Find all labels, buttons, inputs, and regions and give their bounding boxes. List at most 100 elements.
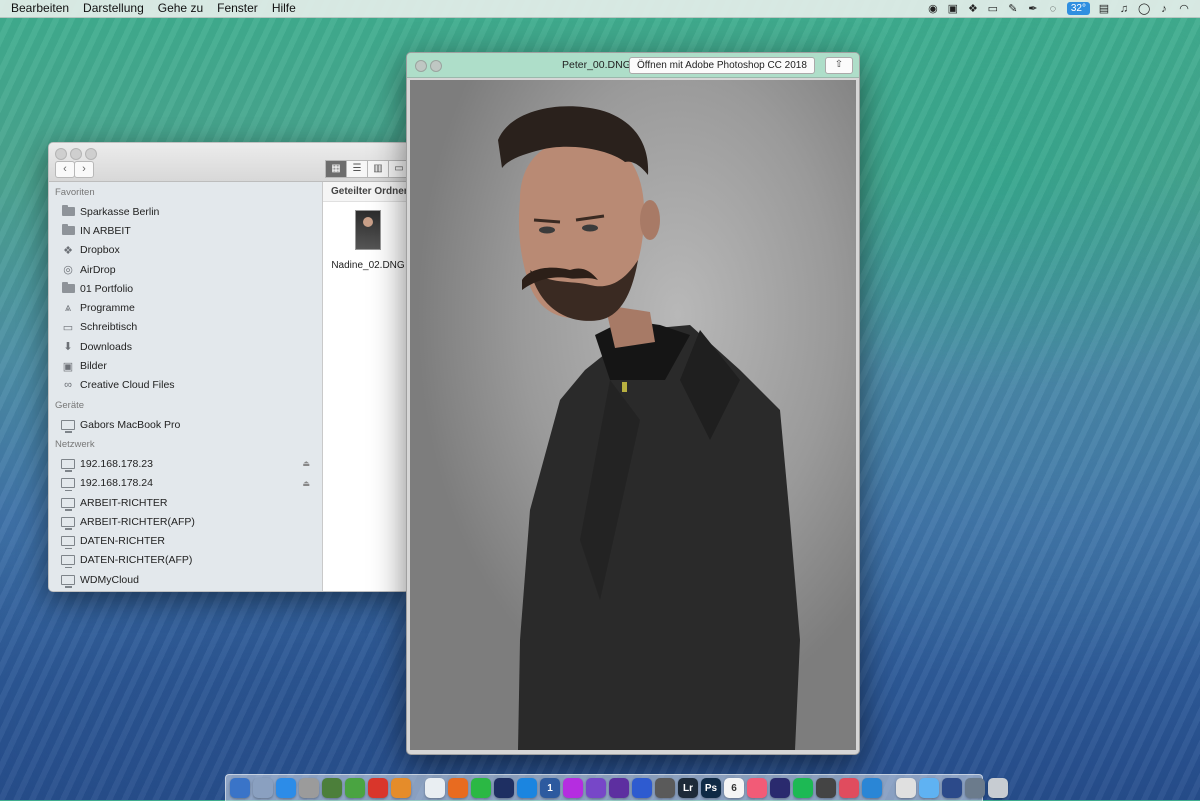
firefox-icon[interactable] — [448, 778, 468, 798]
menu-item-gehe-zu[interactable]: Gehe zu — [151, 0, 210, 17]
sidebar-item[interactable]: ⩓ Programme — [49, 298, 322, 317]
lightroom-icon[interactable]: Lr — [678, 778, 698, 798]
spotify-icon[interactable] — [793, 778, 813, 798]
mail-icon[interactable] — [425, 778, 445, 798]
network-monitor-icon — [61, 478, 75, 492]
back-button[interactable]: ‹ — [55, 161, 75, 178]
cleaner-icon[interactable] — [839, 778, 859, 798]
wd-icon[interactable]: ▤ — [1098, 3, 1110, 15]
sidebar-item[interactable]: DATEN-RICHTER(AFP) — [49, 551, 322, 570]
zoom-window-button[interactable] — [85, 148, 97, 160]
dock: 1 Lr Ps 6 — [225, 774, 1008, 801]
battery-monitor-icon[interactable]: ▭ — [987, 3, 999, 15]
menu-item-fenster[interactable]: Fenster — [210, 0, 265, 17]
share-button[interactable]: ⇧ — [825, 57, 853, 74]
sidebar-item[interactable]: ⬇ Downloads — [49, 337, 322, 356]
fullscreen-button[interactable] — [430, 60, 442, 72]
close-window-button[interactable] — [55, 148, 67, 160]
vpn-icon[interactable] — [517, 778, 537, 798]
sidebar-item[interactable]: ARBEIT-RICHTER(AFP) — [49, 512, 322, 531]
sidebar-item[interactable]: ◎ AirDrop — [49, 260, 322, 279]
music-icon[interactable]: ♫ — [1118, 3, 1130, 15]
sidebar-item-label: 01 Portfolio — [80, 282, 134, 295]
menu-items: Bearbeiten Darstellung Gehe zu Fenster Hilfe — [0, 0, 303, 17]
finder-content: Geteilter Ordner Nadine_02.DNG — [323, 182, 409, 591]
network-monitor-icon — [61, 536, 75, 550]
keynote-icon[interactable] — [632, 778, 652, 798]
sidebar-item-label: IN ARBEIT — [80, 224, 131, 237]
affinity-designer-icon[interactable] — [609, 778, 629, 798]
close-quicklook-button[interactable] — [415, 60, 427, 72]
file-name[interactable]: Nadine_02.DNG — [331, 260, 405, 271]
photoshop-icon[interactable]: Ps — [701, 778, 721, 798]
folder-icon[interactable] — [919, 778, 939, 798]
finder-icon[interactable] — [230, 778, 250, 798]
open-with-photoshop-button[interactable]: Öffnen mit Adobe Photoshop CC 2018 — [629, 57, 815, 74]
pen-icon[interactable]: ✒ — [1027, 3, 1039, 15]
sync-icon[interactable]: ◯ — [1138, 3, 1150, 15]
menu-item-hilfe[interactable]: Hilfe — [265, 0, 303, 17]
sidebar-item-label: Programme — [80, 302, 135, 315]
minimize-window-button[interactable] — [70, 148, 82, 160]
rocket-icon[interactable] — [299, 778, 319, 798]
brush-icon[interactable] — [563, 778, 583, 798]
menu-item-darstellung[interactable]: Darstellung — [76, 0, 151, 17]
sidebar-item[interactable]: ∞ Creative Cloud Files — [49, 376, 322, 395]
sidebar-item[interactable]: Sparkasse Berlin — [49, 202, 322, 221]
sidebar-item[interactable]: ▭ Schreibtisch — [49, 318, 322, 337]
affinity-icon[interactable] — [494, 778, 514, 798]
downloads-stack-icon[interactable] — [942, 778, 962, 798]
sidebar-item[interactable]: IN ARBEIT — [49, 221, 322, 240]
column-view-button[interactable]: ▥ — [367, 160, 389, 178]
folder-icon — [61, 282, 75, 294]
itunes-icon[interactable] — [747, 778, 767, 798]
menu-bar-status: ◉ ▣ ❖ ▭ ✎ ✒ ◌ 32° ▤ ♫ ◯ ♪ ◠ — [927, 2, 1200, 15]
portrait-photo — [410, 80, 856, 750]
creative-cloud-icon: ∞ — [64, 379, 72, 392]
sidebar-item-label: DATEN-RICHTER — [80, 535, 165, 548]
screen-icon[interactable]: ▣ — [947, 3, 959, 15]
eject-icon[interactable]: ⏏ — [302, 459, 310, 468]
portrait-image — [498, 106, 800, 750]
sidebar-item[interactable]: ▣ Bilder — [49, 356, 322, 375]
system-prefs-icon[interactable] — [253, 778, 273, 798]
music-icon[interactable] — [770, 778, 790, 798]
sidebar-item[interactable]: ❖ Dropbox — [49, 241, 322, 260]
evernote-icon[interactable] — [345, 778, 365, 798]
laptop-icon — [61, 419, 75, 433]
sidebar-item[interactable]: WDMyCloud — [49, 570, 322, 589]
temperature-badge[interactable]: 32° — [1066, 2, 1090, 15]
whatsapp-icon[interactable] — [471, 778, 491, 798]
affinity-photo-icon[interactable] — [586, 778, 606, 798]
sidebar-item[interactable]: 192.168.178.23 ⏏ — [49, 454, 322, 473]
document-icon[interactable] — [896, 778, 916, 798]
trash-icon[interactable] — [988, 778, 1008, 798]
camtasia-icon[interactable] — [862, 778, 882, 798]
onepassword-icon[interactable]: 1 — [540, 778, 560, 798]
sidebar-item[interactable]: Gabors MacBook Pro — [49, 415, 322, 434]
icon-view-button[interactable]: ▦ — [325, 160, 347, 178]
safari-icon[interactable] — [276, 778, 296, 798]
sidebar-item[interactable]: 01 Portfolio — [49, 279, 322, 298]
list-view-button[interactable]: ☰ — [346, 160, 368, 178]
calendar-icon[interactable]: 6 — [724, 778, 744, 798]
menu-item-bearbeiten[interactable]: Bearbeiten — [4, 0, 76, 17]
star-icon[interactable] — [368, 778, 388, 798]
record-icon[interactable]: ◉ — [927, 3, 939, 15]
sketch-icon[interactable] — [391, 778, 411, 798]
cc-icon[interactable]: ◌ — [1047, 3, 1059, 15]
dropbox-icon[interactable]: ❖ — [967, 3, 979, 15]
grid-icon[interactable] — [655, 778, 675, 798]
sidebar-item[interactable]: 192.168.178.24 ⏏ — [49, 474, 322, 493]
sidebar-item[interactable]: DATEN-RICHTER — [49, 531, 322, 550]
sidebar-item[interactable]: ARBEIT-RICHTER — [49, 493, 322, 512]
file-thumbnail[interactable] — [355, 210, 381, 250]
forward-button[interactable]: › — [74, 161, 94, 178]
eject-icon[interactable]: ⏏ — [302, 479, 310, 488]
evernote-icon[interactable]: ✎ — [1007, 3, 1019, 15]
steam-icon[interactable] — [816, 778, 836, 798]
screenshot-icon[interactable] — [965, 778, 985, 798]
volume-icon[interactable]: ♪ — [1158, 3, 1170, 15]
notes-icon[interactable] — [322, 778, 342, 798]
wifi-icon[interactable]: ◠ — [1178, 3, 1190, 15]
